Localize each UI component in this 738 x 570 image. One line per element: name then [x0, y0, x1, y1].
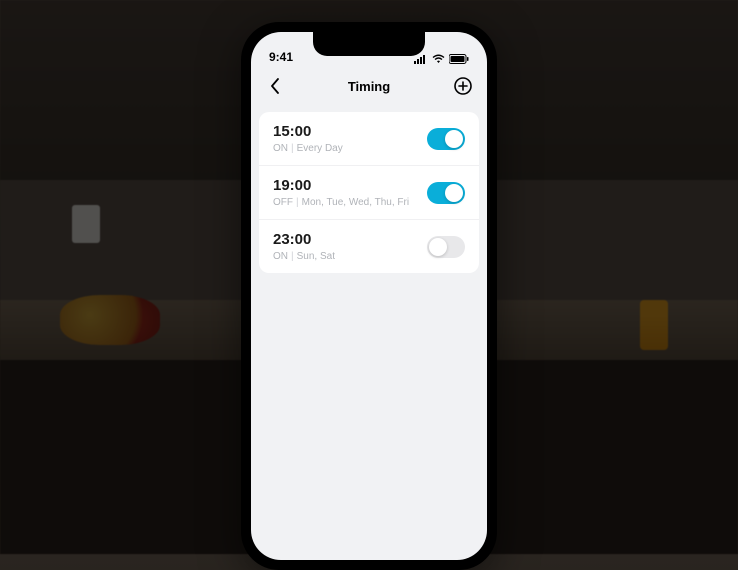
separator: |: [296, 197, 299, 208]
page-title: Timing: [348, 79, 390, 94]
timer-time: 15:00: [273, 123, 343, 140]
timer-info: 19:00 OFF | Mon, Tue, Wed, Thu, Fri: [273, 177, 409, 208]
separator: |: [291, 251, 294, 262]
timer-row[interactable]: 19:00 OFF | Mon, Tue, Wed, Thu, Fri: [259, 166, 479, 220]
add-button[interactable]: [453, 76, 473, 96]
timer-days: Sun, Sat: [297, 251, 335, 262]
timer-row[interactable]: 23:00 ON | Sun, Sat: [259, 220, 479, 273]
phone-screen: 9:41: [251, 32, 487, 560]
timers-card: 15:00 ON | Every Day 19:00 OFF |: [259, 112, 479, 273]
plus-circle-icon: [454, 77, 472, 95]
toggle-knob: [445, 130, 463, 148]
back-button[interactable]: [265, 76, 285, 96]
phone-frame: 9:41: [241, 22, 497, 570]
wifi-icon: [432, 54, 445, 64]
timer-toggle[interactable]: [427, 182, 465, 204]
battery-icon: [449, 54, 469, 64]
timer-info: 23:00 ON | Sun, Sat: [273, 231, 335, 262]
status-indicators: [414, 54, 469, 64]
screen-header: Timing: [251, 66, 487, 106]
timer-action: OFF: [273, 197, 293, 208]
timer-action: ON: [273, 251, 288, 262]
notch: [313, 32, 425, 56]
chevron-left-icon: [270, 78, 280, 94]
timer-schedule: ON | Every Day: [273, 143, 343, 154]
timer-toggle[interactable]: [427, 236, 465, 258]
timer-action: ON: [273, 143, 288, 154]
status-time: 9:41: [269, 50, 293, 64]
timer-schedule: OFF | Mon, Tue, Wed, Thu, Fri: [273, 197, 409, 208]
toggle-knob: [429, 238, 447, 256]
timer-toggle[interactable]: [427, 128, 465, 150]
timer-time: 19:00: [273, 177, 409, 194]
timer-row[interactable]: 15:00 ON | Every Day: [259, 112, 479, 166]
toggle-knob: [445, 184, 463, 202]
timer-info: 15:00 ON | Every Day: [273, 123, 343, 154]
separator: |: [291, 143, 294, 154]
timer-days: Mon, Tue, Wed, Thu, Fri: [302, 197, 409, 208]
timer-schedule: ON | Sun, Sat: [273, 251, 335, 262]
signal-icon: [414, 54, 428, 64]
timer-time: 23:00: [273, 231, 335, 248]
timer-days: Every Day: [297, 143, 343, 154]
